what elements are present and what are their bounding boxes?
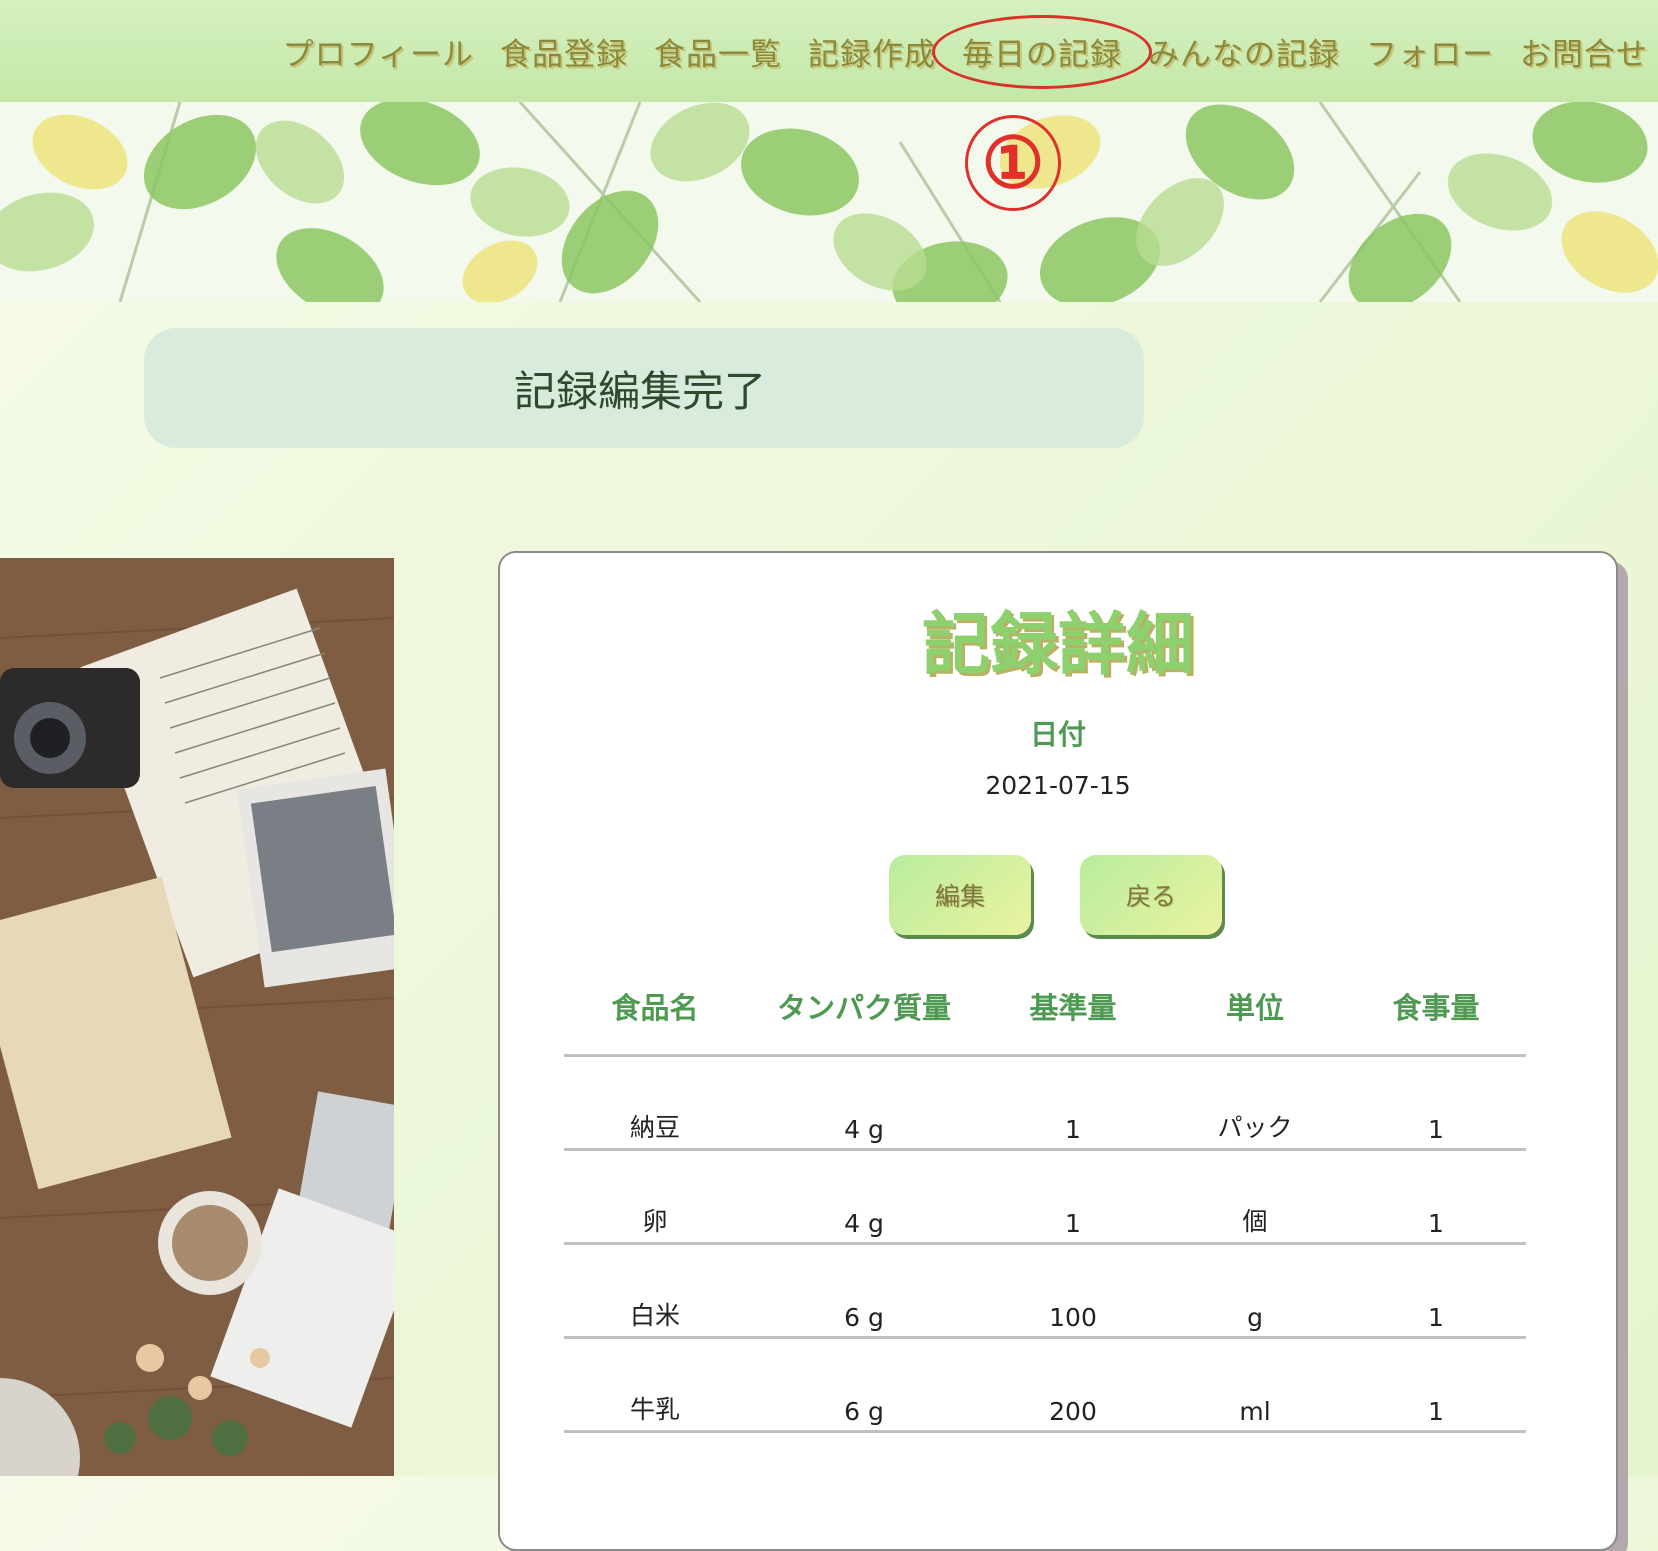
cell-protein: 4 g [844, 1209, 884, 1238]
cell-base-amount: 100 [1049, 1303, 1097, 1332]
cell-unit: g [1247, 1303, 1263, 1332]
nav-follow[interactable]: フォロー [1366, 29, 1494, 74]
food-table: 食品名 タンパク質量 基準量 単位 食事量 納豆 4 g 1 パック 1 卵 4… [564, 983, 1526, 1433]
table-row: 卵 4 g 1 個 1 [564, 1151, 1526, 1245]
edit-button[interactable]: 編集 [889, 855, 1031, 935]
cell-meal-amount: 1 [1428, 1209, 1444, 1238]
flash-message-text: 記録編集完了 [514, 366, 767, 416]
annotation-marker: ① [965, 115, 1061, 211]
nav-food-list[interactable]: 食品一覧 [654, 29, 782, 74]
nav-daily-records[interactable]: 毎日の記録 [932, 14, 1152, 89]
table-header-row: 食品名 タンパク質量 基準量 単位 食事量 [564, 983, 1526, 1057]
nav-everyone-records[interactable]: みんなの記録 [1148, 29, 1340, 74]
desk-photo [0, 558, 394, 1476]
nav-contact[interactable]: お問合せ [1520, 29, 1648, 74]
table-row: 牛乳 6 g 200 ml 1 [564, 1339, 1526, 1433]
cell-food-name: 白米 [629, 1301, 680, 1330]
cell-unit: ml [1239, 1397, 1271, 1426]
desk-photo-illustration [0, 558, 394, 1476]
flash-message: 記録編集完了 [144, 328, 1144, 448]
cell-food-name: 納豆 [629, 1113, 680, 1142]
cell-food-name: 卵 [642, 1207, 668, 1236]
header-food-name: 食品名 [611, 991, 699, 1025]
nav-record-create[interactable]: 記録作成 [808, 29, 936, 74]
table-row: 納豆 4 g 1 パック 1 [564, 1057, 1526, 1151]
back-button[interactable]: 戻る [1080, 855, 1222, 935]
cell-protein: 4 g [844, 1115, 884, 1144]
cell-unit: 個 [1242, 1207, 1268, 1236]
record-detail-title: 記録詳細 [921, 606, 1194, 685]
header-protein: タンパク質量 [776, 991, 951, 1025]
leaf-banner-image [0, 102, 1658, 302]
table-row: 白米 6 g 100 g 1 [564, 1245, 1526, 1339]
date-value: 2021-07-15 [985, 771, 1131, 800]
cell-protein: 6 g [844, 1397, 884, 1426]
date-label: 日付 [1029, 718, 1086, 751]
header-meal-amount: 食事量 [1392, 991, 1480, 1025]
nav-food-register[interactable]: 食品登録 [500, 29, 628, 74]
header-base-amount: 基準量 [1029, 991, 1117, 1025]
cell-base-amount: 200 [1049, 1397, 1097, 1426]
nav-profile[interactable]: プロフィール [283, 29, 474, 74]
leaf-pattern [0, 102, 1658, 302]
cell-protein: 6 g [844, 1303, 884, 1332]
cell-food-name: 牛乳 [629, 1395, 680, 1424]
cell-unit: パック [1217, 1113, 1293, 1142]
record-detail-card: 記録詳細 日付 2021-07-15 編集 戻る 食品名 タンパク質量 基準量 … [498, 551, 1618, 1551]
cell-meal-amount: 1 [1428, 1397, 1444, 1426]
header-unit: 単位 [1225, 991, 1284, 1025]
cell-meal-amount: 1 [1428, 1115, 1444, 1144]
cell-base-amount: 1 [1065, 1209, 1081, 1238]
cell-meal-amount: 1 [1428, 1303, 1444, 1332]
cell-base-amount: 1 [1065, 1115, 1081, 1144]
top-nav: プロフィール 食品登録 食品一覧 記録作成 毎日の記録 みんなの記録 フォロー … [0, 0, 1658, 102]
